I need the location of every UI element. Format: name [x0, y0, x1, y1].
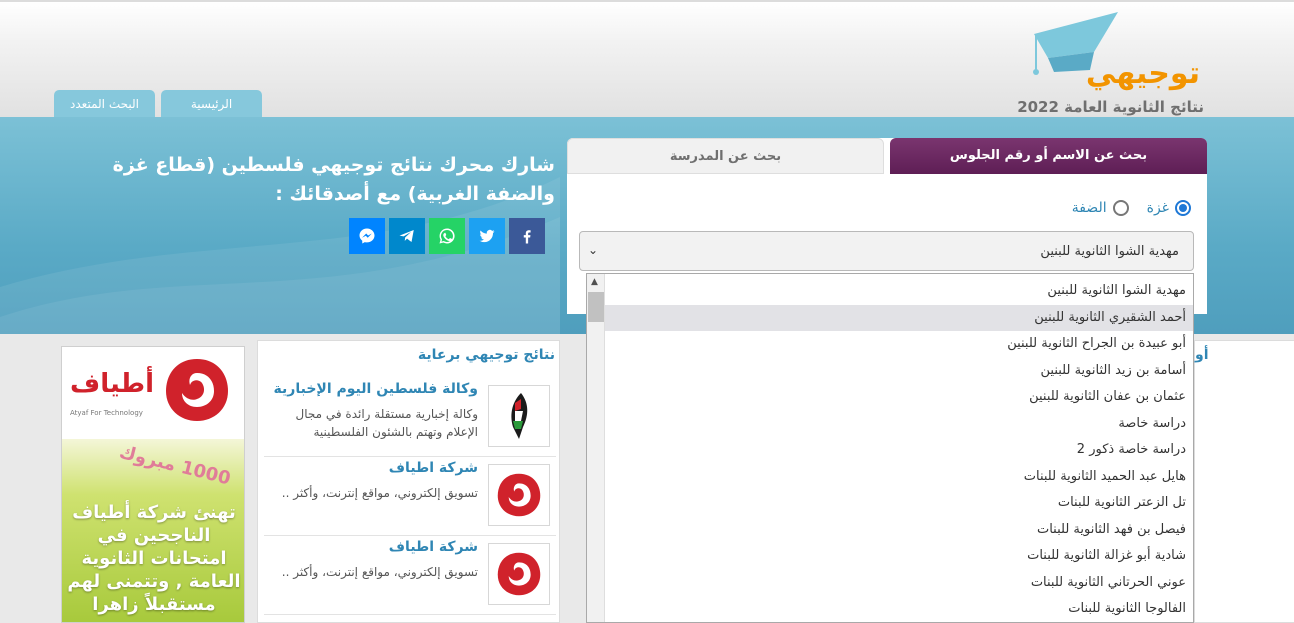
twitter-share-button[interactable] [469, 218, 505, 254]
dropdown-option[interactable]: عوني الحرتاني الثانوية للبنات [605, 570, 1193, 597]
share-prompt: شارك محرك نتائج توجيهي فلسطين (قطاع غزة … [112, 154, 555, 205]
site-header: توجيهي نتائج الثانوية العامة 2022 البحث … [0, 0, 1294, 119]
tab-search-name-seat[interactable]: بحث عن الاسم أو رقم الجلوس [890, 138, 1207, 174]
nav-tab-home[interactable]: الرئيسية [161, 90, 262, 119]
dropdown-option[interactable]: مهدية الشوا الثانوية للبنين [605, 278, 1193, 305]
radio-gaza-label: غزة [1146, 200, 1169, 216]
sponsors-panel: نتائج توجيهي برعاية وكالة فلسطين اليوم ا… [257, 340, 560, 623]
radio-westbank[interactable] [1112, 200, 1129, 216]
right-panel-heading: أو [1195, 347, 1209, 363]
dropdown-option[interactable]: شادية أبو غزالة الثانوية للبنات [605, 543, 1193, 570]
ad-green-area: 1000 مبروك تهنئ شركة أطياف الناجحين في ا… [62, 439, 244, 622]
chevron-down-icon: ⌄ [588, 243, 599, 257]
school-select[interactable]: مهدية الشوا الثانوية للبنين ⌄ [579, 231, 1194, 271]
scroll-up-arrow-icon[interactable]: ▲ [591, 277, 598, 287]
scrollbar-thumb[interactable] [588, 292, 604, 322]
dropdown-option[interactable]: أسامة بن زيد الثانوية للبنين [605, 358, 1193, 385]
ad-tagline: Atyaf For Technology [70, 409, 143, 417]
facebook-share-button[interactable] [509, 218, 545, 254]
atyaf-logo-icon [166, 359, 228, 421]
top-nav: البحث المتعدد الرئيسية [54, 90, 262, 119]
facebook-icon [523, 230, 531, 244]
ad-brand-name: أطياف [70, 369, 154, 399]
school-dropdown-list[interactable]: ▲ مهدية الشوا الثانوية للبنين أحمد الشقير… [586, 273, 1194, 623]
radio-westbank-label: الضفة [1071, 200, 1107, 216]
logo-wordmark: توجيهي [1085, 56, 1200, 91]
sponsor-desc: تسويق إلكتروني، مواقع إنترنت، وأكثر .. [281, 565, 478, 579]
logo-subtitle: نتائج الثانوية العامة 2022 [1017, 98, 1204, 116]
school-select-value: مهدية الشوا الثانوية للبنين [1040, 244, 1179, 259]
dropdown-scrollbar[interactable]: ▲ [587, 274, 605, 622]
sponsor-item[interactable]: وكالة فلسطين اليوم الإخبارية وكالة إخبار… [264, 379, 556, 457]
radio-option-gaza[interactable]: غزة [1147, 200, 1191, 216]
ad-message: تهنئ شركة أطياف الناجحين في امتحانات الث… [67, 502, 241, 615]
dropdown-option[interactable]: هايل عبد الحميد الثانوية للبنات [605, 464, 1193, 491]
sponsor-name[interactable]: وكالة فلسطين اليوم الإخبارية [274, 381, 478, 397]
dropdown-option[interactable]: الفالوجا الثانوية للبنات [605, 596, 1193, 622]
dropdown-option[interactable]: أحمد الشقيري الثانوية للبنين [605, 304, 1193, 331]
sponsor-item[interactable]: شركة اطياف تسويق إلكتروني، مواقع إنترنت،… [264, 537, 556, 615]
sponsor-desc: تسويق إلكتروني، مواقع إنترنت، وأكثر .. [281, 486, 478, 500]
whatsapp-icon [439, 228, 455, 244]
sponsor-desc: وكالة إخبارية مستقلة رائدة في مجال الإعل… [295, 407, 479, 439]
nav-tab-multi-search[interactable]: البحث المتعدد [54, 90, 155, 119]
telegram-share-button[interactable] [389, 218, 425, 254]
dropdown-option[interactable]: فيصل بن فهد الثانوية للبنات [605, 517, 1193, 544]
twitter-icon [479, 229, 495, 243]
messenger-icon [359, 228, 375, 244]
atyaf-logo-icon [488, 543, 550, 605]
dropdown-option[interactable]: تل الزعتر الثانوية للبنات [605, 490, 1193, 517]
dropdown-option[interactable]: دراسة خاصة ذكور 2 [605, 437, 1193, 464]
region-radio-group: غزة الضفة [1072, 200, 1191, 216]
site-logo[interactable]: توجيهي نتائج الثانوية العامة 2022 [1017, 12, 1218, 116]
messenger-share-button[interactable] [349, 218, 385, 254]
dropdown-option[interactable]: أبو عبيدة بن الجراح الثانوية للبنين [605, 331, 1193, 358]
sponsor-name[interactable]: شركة اطياف [389, 460, 478, 476]
atyaf-ad-banner[interactable]: أطياف Atyaf For Technology 1000 مبروك ته… [61, 346, 245, 623]
right-panel: أو [1194, 340, 1294, 623]
dropdown-option[interactable]: دراسة خاصة [605, 411, 1193, 438]
sponsors-title: نتائج توجيهي برعاية [417, 347, 555, 363]
tab-search-school[interactable]: بحث عن المدرسة [567, 138, 884, 174]
sponsor-name[interactable]: شركة اطياف [389, 539, 478, 555]
social-share-buttons [349, 218, 545, 254]
dropdown-options: مهدية الشوا الثانوية للبنين أحمد الشقيري … [605, 278, 1193, 622]
dropdown-option[interactable]: عثمان بن عفان الثانوية للبنين [605, 384, 1193, 411]
sponsor-item[interactable]: شركة اطياف تسويق إلكتروني، مواقع إنترنت،… [264, 458, 556, 536]
whatsapp-share-button[interactable] [429, 218, 465, 254]
atyaf-logo-icon [488, 464, 550, 526]
telegram-icon [399, 230, 414, 242]
ad-badge: 1000 مبروك [117, 441, 233, 490]
radio-gaza[interactable] [1175, 200, 1191, 216]
palestine-today-logo-icon [488, 385, 550, 447]
radio-option-westbank[interactable]: الضفة [1072, 200, 1129, 216]
